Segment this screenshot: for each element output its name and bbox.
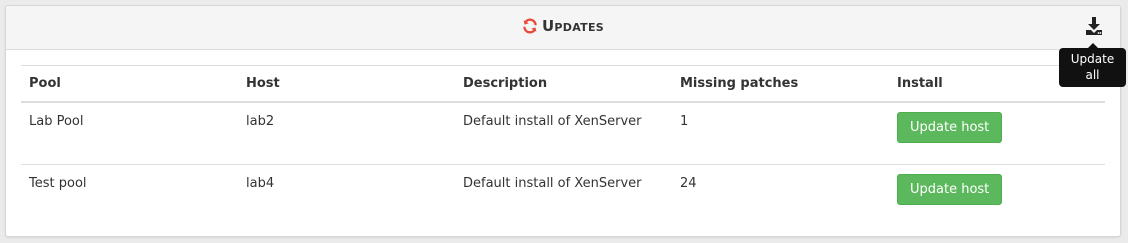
update-host-button[interactable]: Update host [897,112,1003,143]
cell-install: Update host [889,102,1105,165]
table-row: Test pool lab4 Default install of XenSer… [21,165,1105,227]
cell-pool: Lab Pool [21,102,238,165]
cell-description: Default install of XenServer [463,176,642,191]
cell-missing-patches: 1 [672,102,889,165]
table-header-row: Pool Host Description Missing patches In… [21,65,1105,103]
cell-missing-patches: 24 [680,176,697,191]
panel-header: Updates [6,6,1120,50]
cell-host: lab2 [238,102,455,165]
column-header-pool[interactable]: Pool [21,65,238,103]
tooltip-text: Update all [1059,48,1126,87]
update-all-button[interactable] [1083,15,1105,37]
panel-title-text: Updates [541,17,605,35]
download-icon [1086,17,1102,35]
column-header-host[interactable]: Host [238,65,455,103]
refresh-icon [523,18,537,34]
panel-title: Updates [6,17,1120,35]
table-row: Lab Pool lab2 Default install of XenServ… [21,102,1105,165]
update-host-button[interactable]: Update host [897,174,1003,205]
cell-host: lab4 [246,176,275,191]
cell-install: Update host [889,165,1105,227]
update-all-tooltip: Update all [1059,43,1126,87]
cell-description: Default install of XenServer [455,102,672,165]
column-header-missing-patches[interactable]: Missing patches [672,65,889,103]
updates-panel: Updates Pool Host Description Missing pa… [5,5,1121,237]
updates-table: Pool Host Description Missing patches In… [21,65,1105,226]
column-header-description[interactable]: Description [455,65,672,103]
cell-pool: Test pool [29,176,87,191]
